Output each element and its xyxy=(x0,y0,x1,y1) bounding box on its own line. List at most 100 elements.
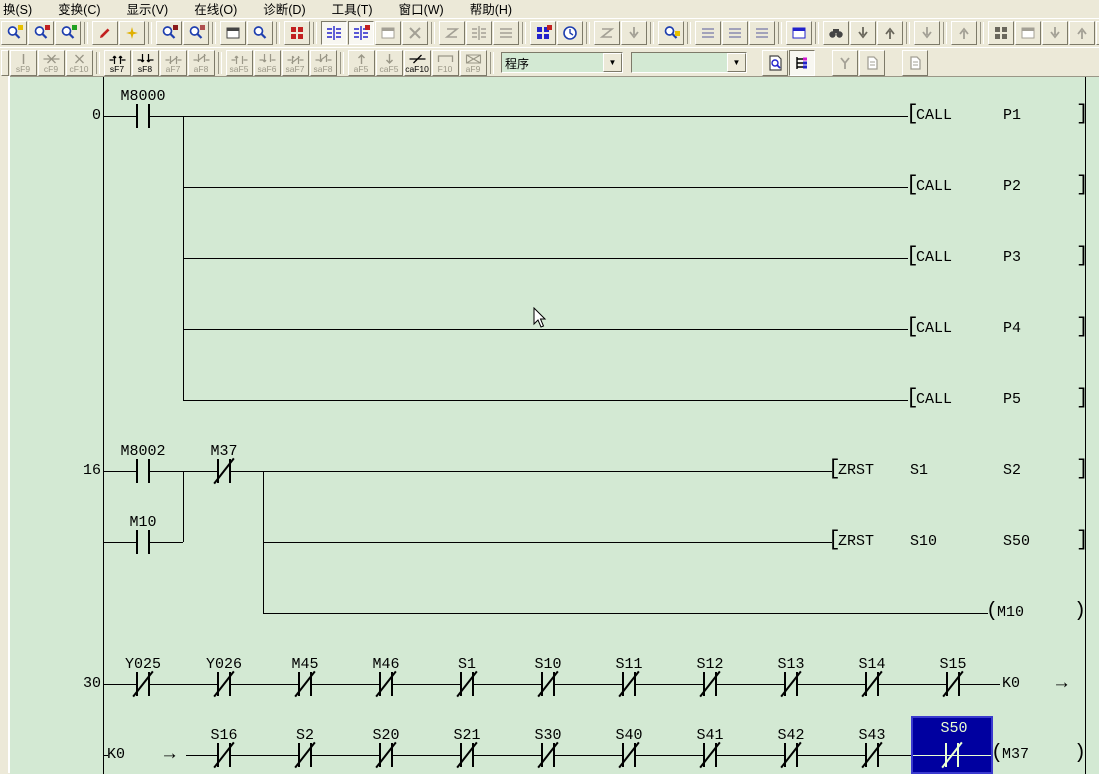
fkey-saF8-button[interactable]: saF8 xyxy=(310,50,337,76)
fkey-cF10-button[interactable]: cF10 xyxy=(66,50,93,76)
fkey-cF9-button[interactable]: cF9 xyxy=(38,50,65,76)
chevron-down-icon[interactable]: ▼ xyxy=(727,53,746,72)
instruction-op[interactable]: CALL xyxy=(916,320,952,338)
contact-M8002[interactable] xyxy=(136,459,150,483)
instruction-operand[interactable]: S10 xyxy=(910,533,937,551)
fkey-partial-button[interactable] xyxy=(1,50,9,76)
contact-M10[interactable] xyxy=(136,530,150,554)
contact-M37[interactable] xyxy=(217,459,231,483)
menu-item-window[interactable]: 窗口(W) xyxy=(386,0,457,18)
menu-item-search[interactable]: 换(S) xyxy=(0,0,45,18)
contact-S42[interactable] xyxy=(784,743,798,767)
constant-K0[interactable]: K0 xyxy=(107,746,125,764)
instruction-operand[interactable]: P2 xyxy=(1003,178,1021,196)
window-split-icon[interactable] xyxy=(220,21,246,45)
instruction-op[interactable]: CALL xyxy=(916,249,952,267)
fkey-aF7-button[interactable]: aF7 xyxy=(160,50,187,76)
ladder-edit-icon[interactable] xyxy=(348,21,374,45)
read-mode-icon[interactable] xyxy=(156,21,182,45)
fkey-caF10-button[interactable]: caF10 xyxy=(404,50,431,76)
instruction-operand[interactable]: S2 xyxy=(1003,462,1021,480)
fkey-sF9-button[interactable]: sF9 xyxy=(10,50,37,76)
menu-item-help[interactable]: 帮助(H) xyxy=(457,0,525,18)
contact-S20[interactable] xyxy=(379,743,393,767)
find-prev-icon[interactable] xyxy=(877,21,903,45)
fkey-aF8-button[interactable]: aF8 xyxy=(188,50,215,76)
contact-S11[interactable] xyxy=(622,672,636,696)
contact-Y025[interactable] xyxy=(136,672,150,696)
contact-M46[interactable] xyxy=(379,672,393,696)
rung-line xyxy=(103,471,832,472)
contact-bar xyxy=(148,459,150,483)
find-icon[interactable] xyxy=(823,21,849,45)
instruction-operand[interactable]: P1 xyxy=(1003,107,1021,125)
instruction-operand[interactable]: P3 xyxy=(1003,249,1021,267)
fkey-saF5-button[interactable]: saF5 xyxy=(226,50,253,76)
menu-item-view[interactable]: 显示(V) xyxy=(114,0,182,18)
menu-item-tools[interactable]: 工具(T) xyxy=(319,0,386,18)
ladder-view-icon[interactable] xyxy=(321,21,347,45)
instruction-operand[interactable]: P4 xyxy=(1003,320,1021,338)
contact-M45[interactable] xyxy=(298,672,312,696)
zoom-ladder-icon[interactable] xyxy=(1,21,27,45)
instruction-op[interactable]: ZRST xyxy=(838,533,874,551)
fkey-sF7-button[interactable]: sF7 xyxy=(104,50,131,76)
instruction-op[interactable]: CALL xyxy=(916,391,952,409)
row-delete-icon xyxy=(722,21,748,45)
write-new-icon[interactable] xyxy=(119,21,145,45)
contact-Y026[interactable] xyxy=(217,672,231,696)
tree-view-icon[interactable] xyxy=(789,50,815,76)
menu-item-convert[interactable]: 变换(C) xyxy=(45,0,113,18)
contact-S15[interactable] xyxy=(946,672,960,696)
zoom-device-icon[interactable] xyxy=(55,21,81,45)
contact-S50[interactable] xyxy=(945,743,959,767)
contact-S21[interactable] xyxy=(460,743,474,767)
contact-S16[interactable] xyxy=(217,743,231,767)
scan-time-icon[interactable] xyxy=(557,21,583,45)
program-type-combo[interactable]: 程序 ▼ xyxy=(501,52,623,73)
ladder-editor[interactable]: 0 M8000 [ CALL P1 ] [ CALL P2 ] [ CALL P… xyxy=(10,76,1099,774)
fkey-aF9-button[interactable]: aF9 xyxy=(460,50,487,76)
instruction-operand[interactable]: P5 xyxy=(1003,391,1021,409)
zoom-doc-icon[interactable] xyxy=(762,50,788,76)
contact-S1[interactable] xyxy=(460,672,474,696)
instruction-operand[interactable]: S50 xyxy=(1003,533,1030,551)
watch-window-icon[interactable] xyxy=(786,21,812,45)
contact-S12[interactable] xyxy=(703,672,717,696)
fkey-aF5-button[interactable]: aF5 xyxy=(348,50,375,76)
instruction-op[interactable]: CALL xyxy=(916,107,952,125)
contact-S41[interactable] xyxy=(703,743,717,767)
contact-S43[interactable] xyxy=(865,743,879,767)
write-mode-icon[interactable] xyxy=(92,21,118,45)
device-batch-icon[interactable] xyxy=(530,21,556,45)
instruction-op[interactable]: CALL xyxy=(916,178,952,196)
fkey-saF6-button[interactable]: saF6 xyxy=(254,50,281,76)
contact-S40[interactable] xyxy=(622,743,636,767)
chevron-down-icon[interactable]: ▼ xyxy=(603,53,622,72)
contact-S2[interactable] xyxy=(298,743,312,767)
ld-logo-icon[interactable] xyxy=(284,21,310,45)
instruction-operand[interactable]: S1 xyxy=(910,462,928,480)
coil-M37[interactable]: M37 xyxy=(1002,746,1029,764)
zoom-color-icon[interactable] xyxy=(28,21,54,45)
menu-item-diagnostics[interactable]: 诊断(D) xyxy=(250,0,318,18)
instruction-op[interactable]: ZRST xyxy=(838,462,874,480)
fkey-caF5-button[interactable]: caF5 xyxy=(376,50,403,76)
contact-M8000[interactable] xyxy=(136,104,150,128)
menu-item-online[interactable]: 在线(O) xyxy=(181,0,250,18)
fkey-saF7-button[interactable]: saF7 xyxy=(282,50,309,76)
contact-S30[interactable] xyxy=(541,743,555,767)
zoom-circuit-icon[interactable] xyxy=(247,21,273,45)
constant-K0[interactable]: K0 xyxy=(1002,675,1020,693)
coil-M10[interactable]: M10 xyxy=(997,604,1024,622)
block-combo[interactable]: ▼ xyxy=(631,52,747,73)
find-next-icon[interactable] xyxy=(850,21,876,45)
contact-S14[interactable] xyxy=(865,672,879,696)
device-find-icon[interactable] xyxy=(658,21,684,45)
monitor-mode-icon[interactable] xyxy=(183,21,209,45)
contact-S13[interactable] xyxy=(784,672,798,696)
fkey-sF8-button[interactable]: sF8 xyxy=(132,50,159,76)
accent xyxy=(200,25,205,30)
fkey-F10-button[interactable]: F10 xyxy=(432,50,459,76)
contact-S10[interactable] xyxy=(541,672,555,696)
